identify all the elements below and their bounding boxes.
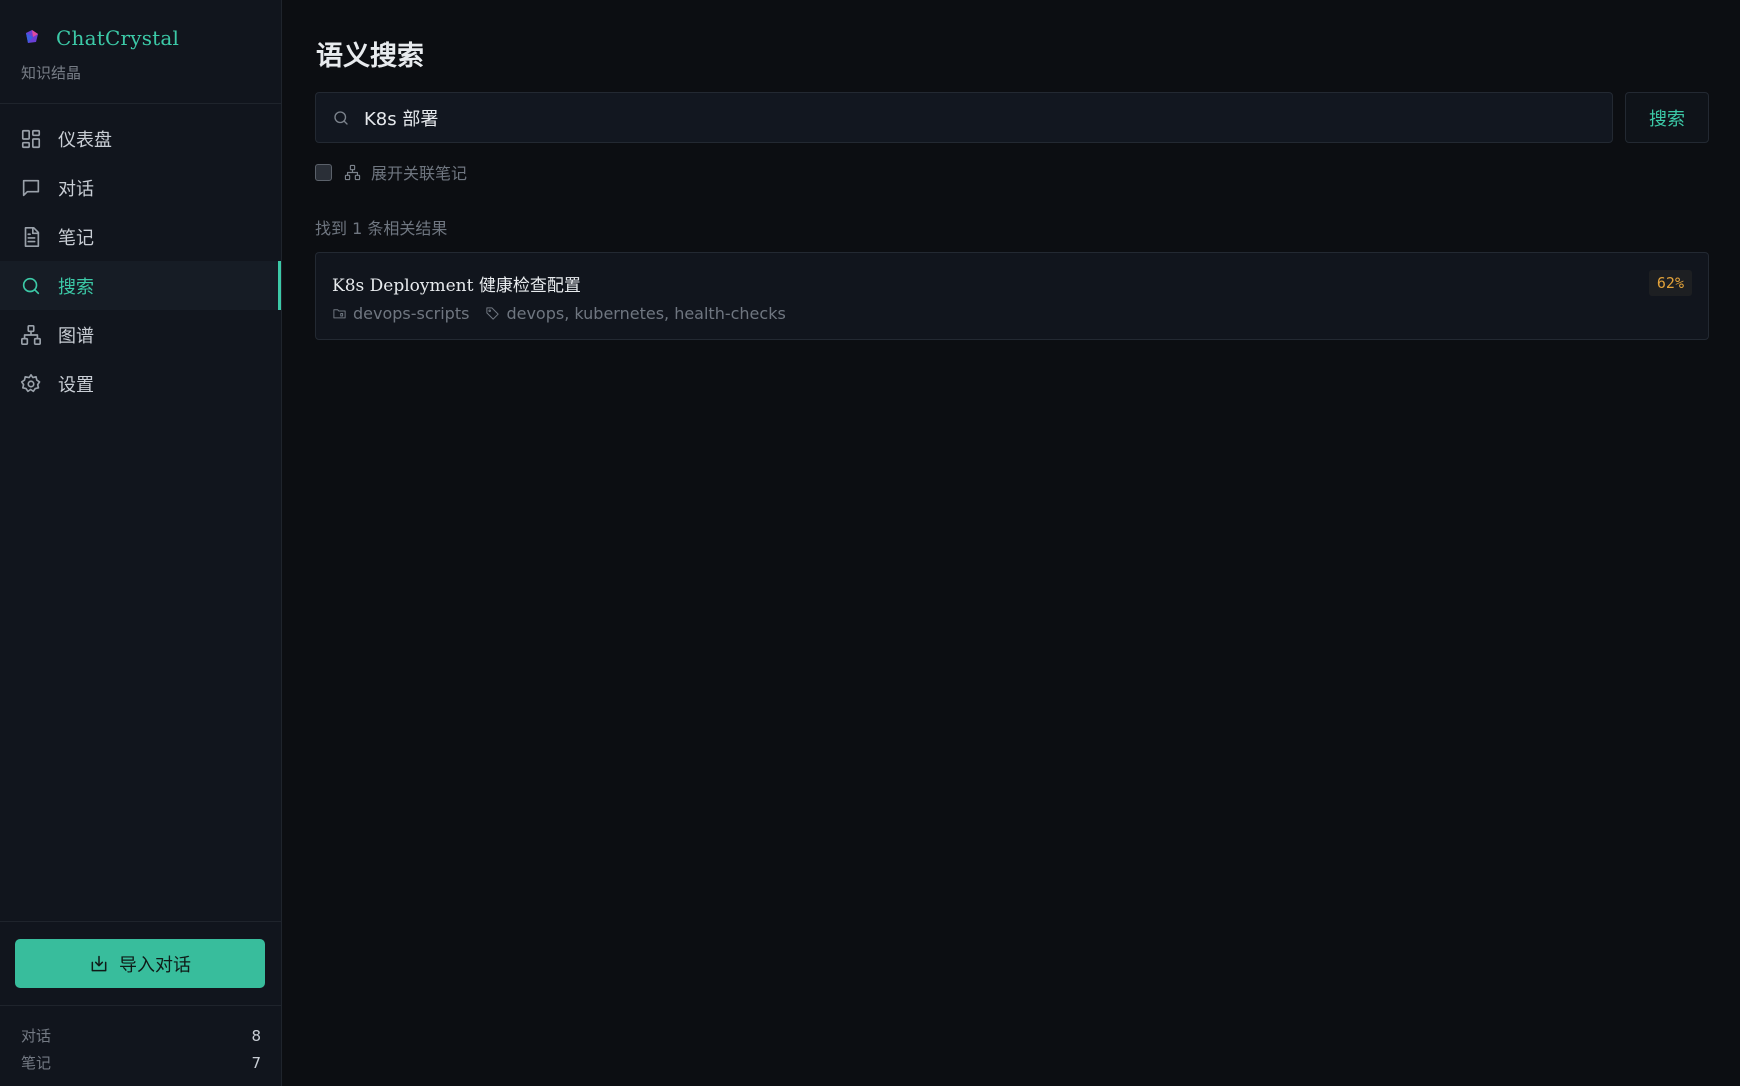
sidebar-item-label: 笔记 — [58, 227, 94, 249]
divider — [0, 921, 281, 922]
expand-related-option: 展开关联笔记 — [315, 160, 467, 184]
import-icon — [91, 955, 107, 971]
graph-icon — [344, 164, 361, 180]
sidebar-item-conversations[interactable]: 对话 — [0, 163, 281, 212]
stats-panel: 对话 8 笔记 7 — [21, 1022, 261, 1076]
sidebar-item-dashboard[interactable]: 仪表盘 — [0, 114, 281, 163]
sidebar-item-graph[interactable]: 图谱 — [0, 310, 281, 359]
main-content: 语义搜索 搜索 展开关联笔记 找到 1 条相关结果 K8s Deployment… — [283, 0, 1740, 1086]
sidebar-item-notes[interactable]: 笔记 — [0, 212, 281, 261]
sidebar-item-label: 仪表盘 — [58, 129, 112, 151]
result-count: 找到 1 条相关结果 — [315, 219, 448, 238]
document-icon — [24, 226, 40, 247]
search-icon — [22, 277, 40, 294]
search-result-card[interactable]: K8s Deployment 健康检查配置 devops-scripts dev… — [315, 252, 1709, 340]
crystal-logo-icon — [26, 30, 38, 43]
sidebar-item-label: 设置 — [58, 374, 94, 396]
sidebar-item-label: 搜索 — [58, 276, 94, 298]
folder-icon — [333, 309, 346, 319]
search-input[interactable] — [364, 107, 1564, 128]
expand-related-label: 展开关联笔记 — [371, 164, 468, 183]
result-meta: devops-scripts devops, kubernetes, healt… — [332, 304, 786, 323]
sidebar-item-settings[interactable]: 设置 — [0, 359, 281, 408]
divider — [0, 103, 281, 104]
sidebar-nav: 仪表盘 对话 笔记 搜索 图谱 设置 — [0, 114, 281, 408]
result-folder: devops-scripts — [353, 304, 470, 323]
stat-notes: 笔记 7 — [21, 1053, 261, 1073]
sidebar-item-search[interactable]: 搜索 — [0, 261, 281, 310]
brand: ChatCrystal 知识结晶 — [21, 26, 180, 83]
app-name: ChatCrystal — [56, 26, 180, 50]
sidebar: ChatCrystal 知识结晶 仪表盘 对话 笔记 搜索 图谱 设置 导入对话… — [0, 0, 282, 1086]
relevance-score-badge: 62% — [1648, 270, 1692, 296]
result-tags: devops, kubernetes, health-checks — [506, 304, 786, 323]
search-box — [315, 92, 1613, 143]
search-icon — [334, 110, 348, 125]
divider — [0, 1005, 281, 1006]
graph-icon — [21, 324, 41, 345]
dashboard-icon — [21, 129, 41, 148]
import-button-label: 导入对话 — [119, 954, 191, 976]
expand-related-checkbox[interactable] — [315, 163, 332, 181]
import-conversations-button[interactable]: 导入对话 — [15, 939, 265, 988]
sidebar-item-label: 图谱 — [58, 325, 94, 347]
result-title: K8s Deployment 健康检查配置 — [332, 276, 581, 296]
gear-icon — [20, 373, 41, 392]
app-subtitle: 知识结晶 — [21, 64, 82, 82]
tag-icon — [486, 307, 500, 320]
sidebar-item-label: 对话 — [58, 178, 94, 200]
stat-conversations: 对话 8 — [21, 1026, 261, 1046]
chat-bubble-icon — [22, 179, 40, 196]
search-button[interactable]: 搜索 — [1625, 92, 1709, 143]
page-title: 语义搜索 — [316, 41, 424, 72]
